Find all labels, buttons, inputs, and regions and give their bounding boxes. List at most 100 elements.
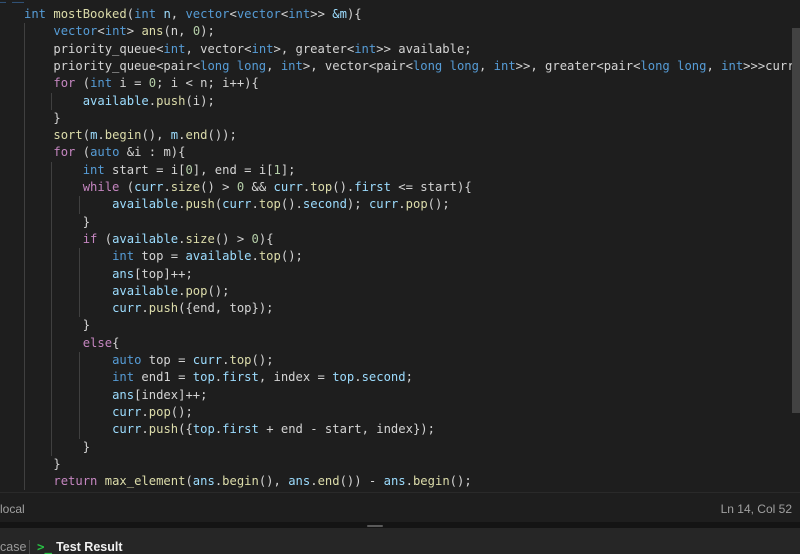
code-line[interactable]: else{ (24, 335, 120, 352)
code-token: (); (170, 404, 193, 419)
code-token: top (258, 249, 281, 264)
code-token: vector (185, 7, 230, 21)
code-token: available (185, 249, 252, 264)
code-line[interactable]: if (available.size() > 0){ (24, 231, 274, 248)
code-token: (), (258, 474, 289, 489)
code-token: , index = (258, 370, 333, 385)
code-token: (); (449, 474, 472, 489)
code-line[interactable]: sort(m.begin(), m.end()); (24, 127, 237, 144)
code-token: int (134, 7, 157, 21)
vertical-scrollbar[interactable] (792, 28, 800, 413)
code-token: ()); (207, 128, 237, 143)
code-token: . (405, 474, 413, 489)
code-token: () > (200, 180, 237, 194)
code-line[interactable]: ans[top]++; (24, 266, 193, 283)
code-token: end1 = (134, 370, 193, 385)
code-line[interactable]: } (24, 439, 90, 456)
code-token: int (24, 7, 47, 21)
code-token: priority_queue< (24, 41, 164, 56)
code-line[interactable]: vector<int> ans(n, 0); (24, 23, 214, 40)
code-token: + end - start, index}); (258, 422, 435, 437)
code-token: curr (368, 197, 399, 212)
code-line[interactable]: for (int i = 0; i < n; i++){ (24, 75, 258, 92)
code-token: ( (97, 231, 113, 246)
code-token: ( (82, 128, 91, 143)
code-token: curr (112, 404, 142, 419)
tab-testcase[interactable]: case (0, 540, 26, 554)
code-line[interactable]: ans[index]++; (24, 387, 207, 404)
code-line[interactable]: curr.push({top.first + end - start, inde… (24, 421, 435, 438)
code-token: ()) - (339, 474, 384, 489)
code-token: long long (412, 58, 479, 73)
code-editor[interactable]: — —— int mostBooked(int n, vector<vector… (0, 0, 800, 492)
code-token: available (82, 93, 149, 108)
code-token: [index]++; (134, 387, 208, 402)
code-line[interactable]: priority_queue<int, vector<int>, greater… (24, 41, 472, 58)
code-token: int (112, 249, 135, 264)
code-line[interactable]: curr.pop(); (24, 404, 193, 421)
code-token: . (398, 197, 406, 212)
code-token: (i); (185, 93, 215, 108)
code-line[interactable]: priority_queue<pair<long long, int>, vec… (24, 58, 800, 75)
code-line[interactable]: for (auto &i : m){ (24, 144, 185, 161)
code-line[interactable]: } (24, 317, 90, 334)
code-token: 0 (185, 162, 193, 177)
code-token: ( (75, 76, 91, 91)
code-line[interactable]: available.push(i); (24, 93, 215, 110)
code-token: (n, (163, 24, 193, 39)
code-line[interactable]: int start = i[0], end = i[1]; (24, 162, 296, 179)
code-token: (), (141, 128, 171, 143)
bottom-panel-tabs: case >_ Test Result (0, 528, 800, 554)
code-line[interactable]: return max_element(ans.begin(), ans.end(… (24, 473, 472, 490)
code-token: >> available; (376, 41, 472, 56)
code-token: } (24, 439, 91, 454)
code-token: sort (53, 128, 83, 143)
code-token: vector (236, 7, 281, 21)
code-token: ( (119, 180, 135, 194)
code-token: <= start){ (390, 180, 472, 194)
code-line[interactable]: } (24, 110, 60, 127)
code-token: } (24, 456, 61, 471)
code-line[interactable]: int mostBooked(int n, vector<vector<int>… (24, 6, 362, 23)
code-token: , (478, 58, 494, 73)
code-line[interactable]: int end1 = top.first, index = top.second… (24, 369, 413, 386)
code-token: . (354, 370, 362, 385)
code-token: ans (192, 474, 215, 489)
code-line[interactable]: while (curr.size() > 0 && curr.top().fir… (24, 179, 472, 196)
code-line[interactable]: curr.push({end, top}); (24, 300, 273, 317)
code-token: mostBooked (53, 7, 127, 21)
code-token: size (170, 180, 201, 194)
cursor-position[interactable]: Ln 14, Col 52 (721, 502, 792, 516)
code-token: max_element (104, 474, 186, 489)
code-line[interactable]: available.pop(); (24, 283, 229, 300)
code-line[interactable]: } (24, 214, 90, 231)
code-line[interactable]: } (24, 456, 61, 473)
code-token: . (310, 474, 318, 489)
code-token: && (244, 180, 274, 194)
code-line[interactable]: int top = available.top(); (24, 248, 303, 265)
code-token: pop (148, 404, 171, 419)
code-token: ( (126, 7, 135, 21)
code-line[interactable]: auto top = curr.top(); (24, 352, 273, 369)
code-line[interactable]: available.push(curr.top().second); curr.… (24, 196, 450, 213)
code-token: start = i[ (104, 162, 186, 177)
code-token: int (112, 370, 135, 385)
code-token: ){ (346, 7, 362, 21)
drag-handle[interactable] (367, 525, 383, 527)
code-token: begin (104, 128, 142, 143)
code-token: long long (640, 58, 707, 73)
code-token: < (97, 24, 105, 39)
code-token: 1 (273, 162, 281, 177)
tab-test-result[interactable]: >_ Test Result (37, 539, 123, 554)
code-token: n (163, 7, 171, 21)
